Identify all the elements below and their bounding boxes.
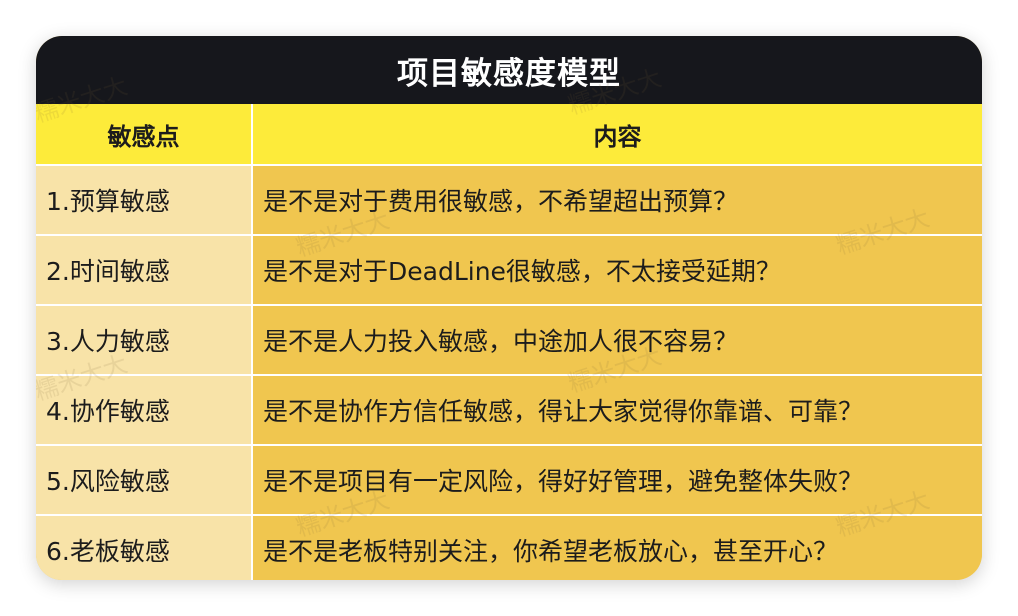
row-description: 是不是对于DeadLine很敏感，不太接受延期？ bbox=[251, 234, 982, 306]
table-row: 3.人力敏感 是不是人力投入敏感，中途加人很不容易？ bbox=[36, 304, 982, 376]
table-row: 6.老板敏感 是不是老板特别关注，你希望老板放心，甚至开心？ bbox=[36, 514, 982, 580]
card-title: 项目敏感度模型 bbox=[36, 36, 982, 104]
row-description: 是不是老板特别关注，你希望老板放心，甚至开心？ bbox=[251, 514, 982, 580]
row-name: 5.风险敏感 bbox=[36, 444, 253, 516]
row-name: 2.时间敏感 bbox=[36, 234, 253, 306]
table-header-row: 敏感点 内容 bbox=[36, 104, 982, 166]
table-row: 2.时间敏感 是不是对于DeadLine很敏感，不太接受延期？ bbox=[36, 234, 982, 306]
row-description: 是不是人力投入敏感，中途加人很不容易？ bbox=[251, 304, 982, 376]
row-description: 是不是对于费用很敏感，不希望超出预算？ bbox=[251, 165, 982, 236]
sensitivity-table: 敏感点 内容 1.预算敏感 是不是对于费用很敏感，不希望超出预算？ 2.时间敏感… bbox=[36, 104, 982, 580]
table-row: 4.协作敏感 是不是协作方信任敏感，得让大家觉得你靠谱、可靠？ bbox=[36, 374, 982, 446]
table-row: 5.风险敏感 是不是项目有一定风险，得好好管理，避免整体失败？ bbox=[36, 444, 982, 516]
sensitivity-model-card: 项目敏感度模型 敏感点 内容 1.预算敏感 是不是对于费用很敏感，不希望超出预算… bbox=[36, 36, 982, 580]
row-name: 6.老板敏感 bbox=[36, 514, 253, 580]
column-header-sensitivity-point: 敏感点 bbox=[36, 104, 253, 166]
column-header-content: 内容 bbox=[251, 104, 982, 166]
row-description: 是不是协作方信任敏感，得让大家觉得你靠谱、可靠？ bbox=[251, 374, 982, 446]
row-name: 3.人力敏感 bbox=[36, 304, 253, 376]
row-name: 1.预算敏感 bbox=[36, 165, 253, 236]
row-name: 4.协作敏感 bbox=[36, 374, 253, 446]
table-row: 1.预算敏感 是不是对于费用很敏感，不希望超出预算？ bbox=[36, 165, 982, 236]
row-description: 是不是项目有一定风险，得好好管理，避免整体失败？ bbox=[251, 444, 982, 516]
